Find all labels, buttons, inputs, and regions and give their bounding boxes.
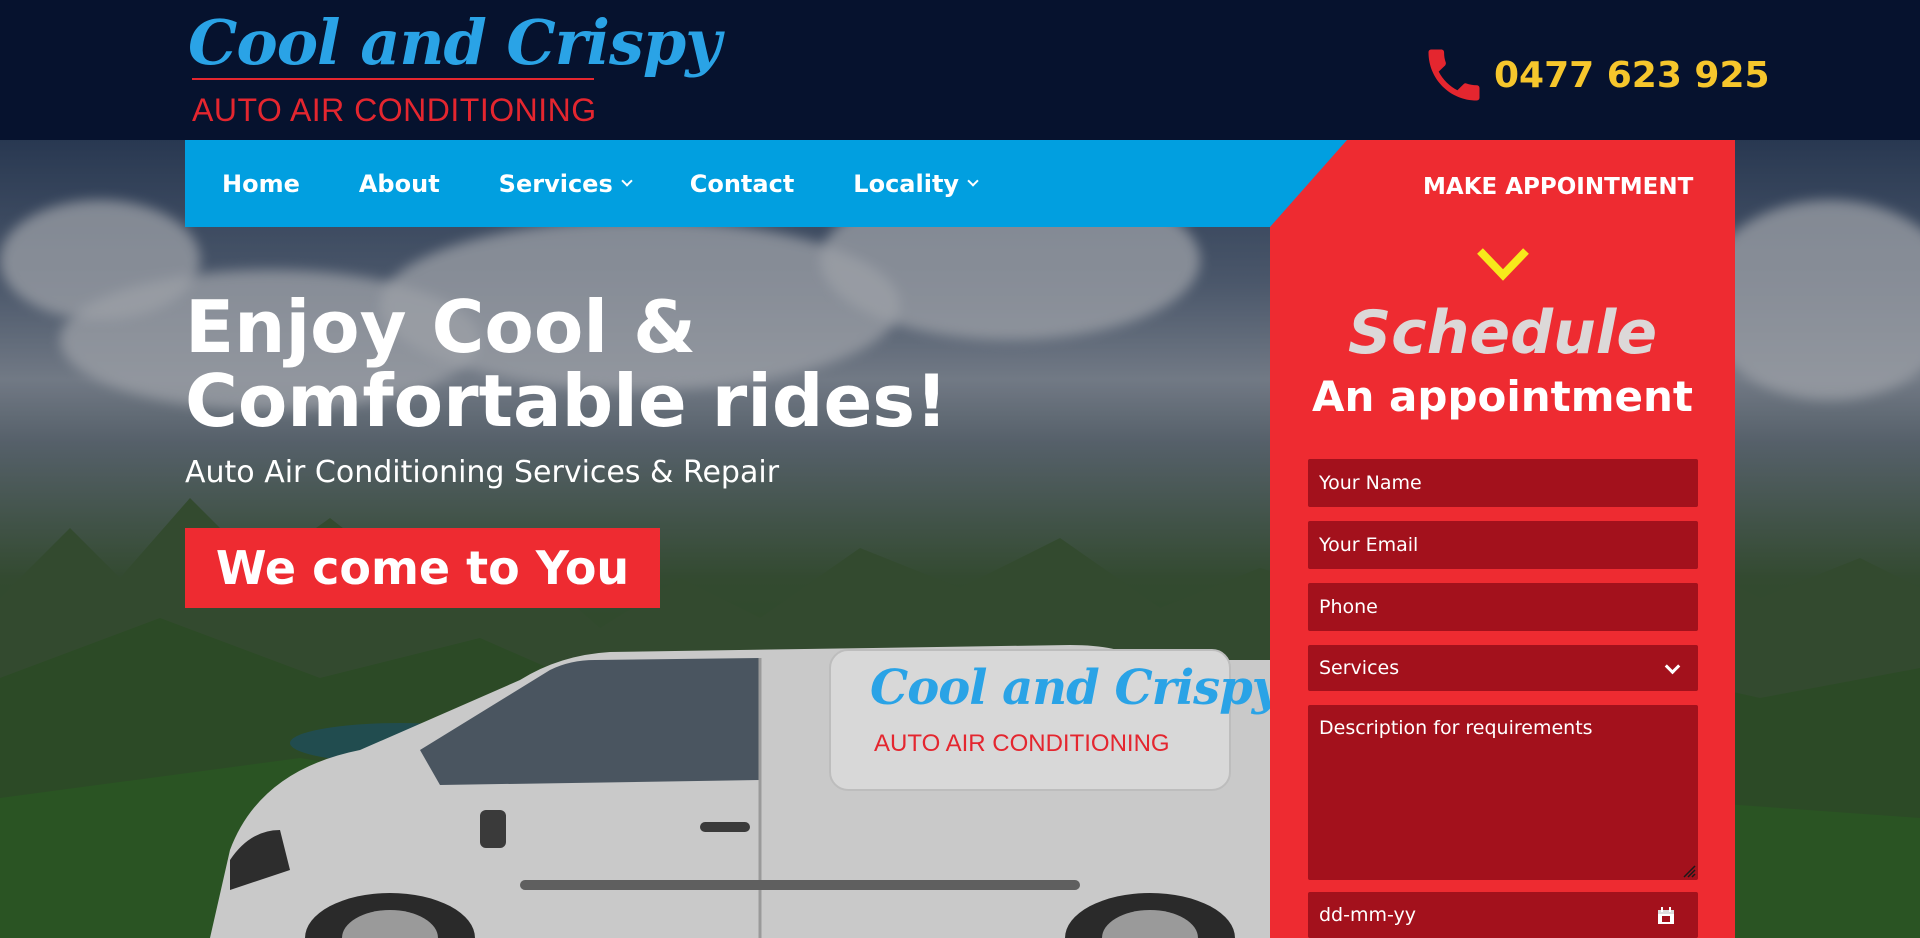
make-appointment-link[interactable]: MAKE APPOINTMENT (1423, 174, 1693, 200)
hero-title-line1: Enjoy Cool & (185, 285, 696, 369)
van-image (210, 645, 1270, 938)
date-placeholder: dd-mm-yy (1319, 904, 1417, 926)
nav-item-about[interactable]: About (359, 170, 440, 198)
van-logo: Cool and Crispy AUTO AIR CONDITIONING (870, 660, 1280, 760)
phone-field[interactable]: Phone (1308, 583, 1698, 631)
header-phone[interactable]: 0477 623 925 (1420, 40, 1770, 110)
nav-item-label: Services (498, 169, 613, 198)
services-select-value: Services (1319, 657, 1400, 679)
logo-divider (192, 78, 594, 80)
phone-icon (1428, 49, 1480, 101)
appointment-subheading: An appointment (1312, 372, 1693, 421)
name-placeholder: Your Name (1319, 472, 1422, 494)
site-logo[interactable]: Cool and Crispy AUTO AIR CONDITIONING (188, 6, 721, 130)
hero-title-line2: Comfortable rides! (185, 359, 948, 443)
services-select[interactable]: Services (1308, 645, 1698, 691)
date-field[interactable]: dd-mm-yy (1308, 892, 1698, 938)
nav-item-home[interactable]: Home (222, 170, 300, 198)
hero-title: Enjoy Cool & Comfortable rides! (185, 290, 948, 438)
chevron-down-icon (1664, 658, 1681, 675)
schedule-heading: Schedule (1347, 298, 1658, 368)
nav-item-label: About (358, 169, 440, 198)
we-come-to-you-button[interactable]: We come to You (185, 528, 660, 608)
nav-item-label: Locality (853, 169, 960, 198)
chevron-down-icon (967, 174, 979, 187)
van-logo-subtitle: AUTO AIR CONDITIONING (874, 730, 1170, 757)
chevron-down-icon (621, 174, 633, 187)
panel-corner (1270, 140, 1347, 227)
nav-item-label: Home (222, 169, 300, 198)
logo-subtitle: AUTO AIR CONDITIONING (192, 92, 597, 128)
description-placeholder: Description for requirements (1319, 717, 1593, 739)
van-logo-script: Cool and Crispy (870, 660, 1280, 716)
chevron-down-icon (1477, 248, 1529, 281)
nav-item-label: Contact (689, 169, 795, 198)
logo-script-text: Cool and Crispy (188, 6, 721, 79)
resize-handle-icon[interactable] (1682, 864, 1696, 878)
email-field[interactable]: Your Email (1308, 521, 1698, 569)
nav-item-locality[interactable]: Locality (853, 169, 979, 198)
email-placeholder: Your Email (1319, 534, 1419, 556)
nav-item-contact[interactable]: Contact (690, 170, 795, 198)
nav-item-services[interactable]: Services (498, 169, 633, 198)
nav-menu: Home About Services Contact Locality (222, 140, 1036, 227)
calendar-icon[interactable] (1656, 906, 1676, 926)
name-field[interactable]: Your Name (1308, 459, 1698, 507)
description-textarea[interactable]: Description for requirements (1308, 705, 1698, 880)
phone-placeholder: Phone (1319, 596, 1378, 618)
phone-number: 0477 623 925 (1494, 54, 1770, 96)
hero-subtitle: Auto Air Conditioning Services & Repair (185, 455, 780, 490)
